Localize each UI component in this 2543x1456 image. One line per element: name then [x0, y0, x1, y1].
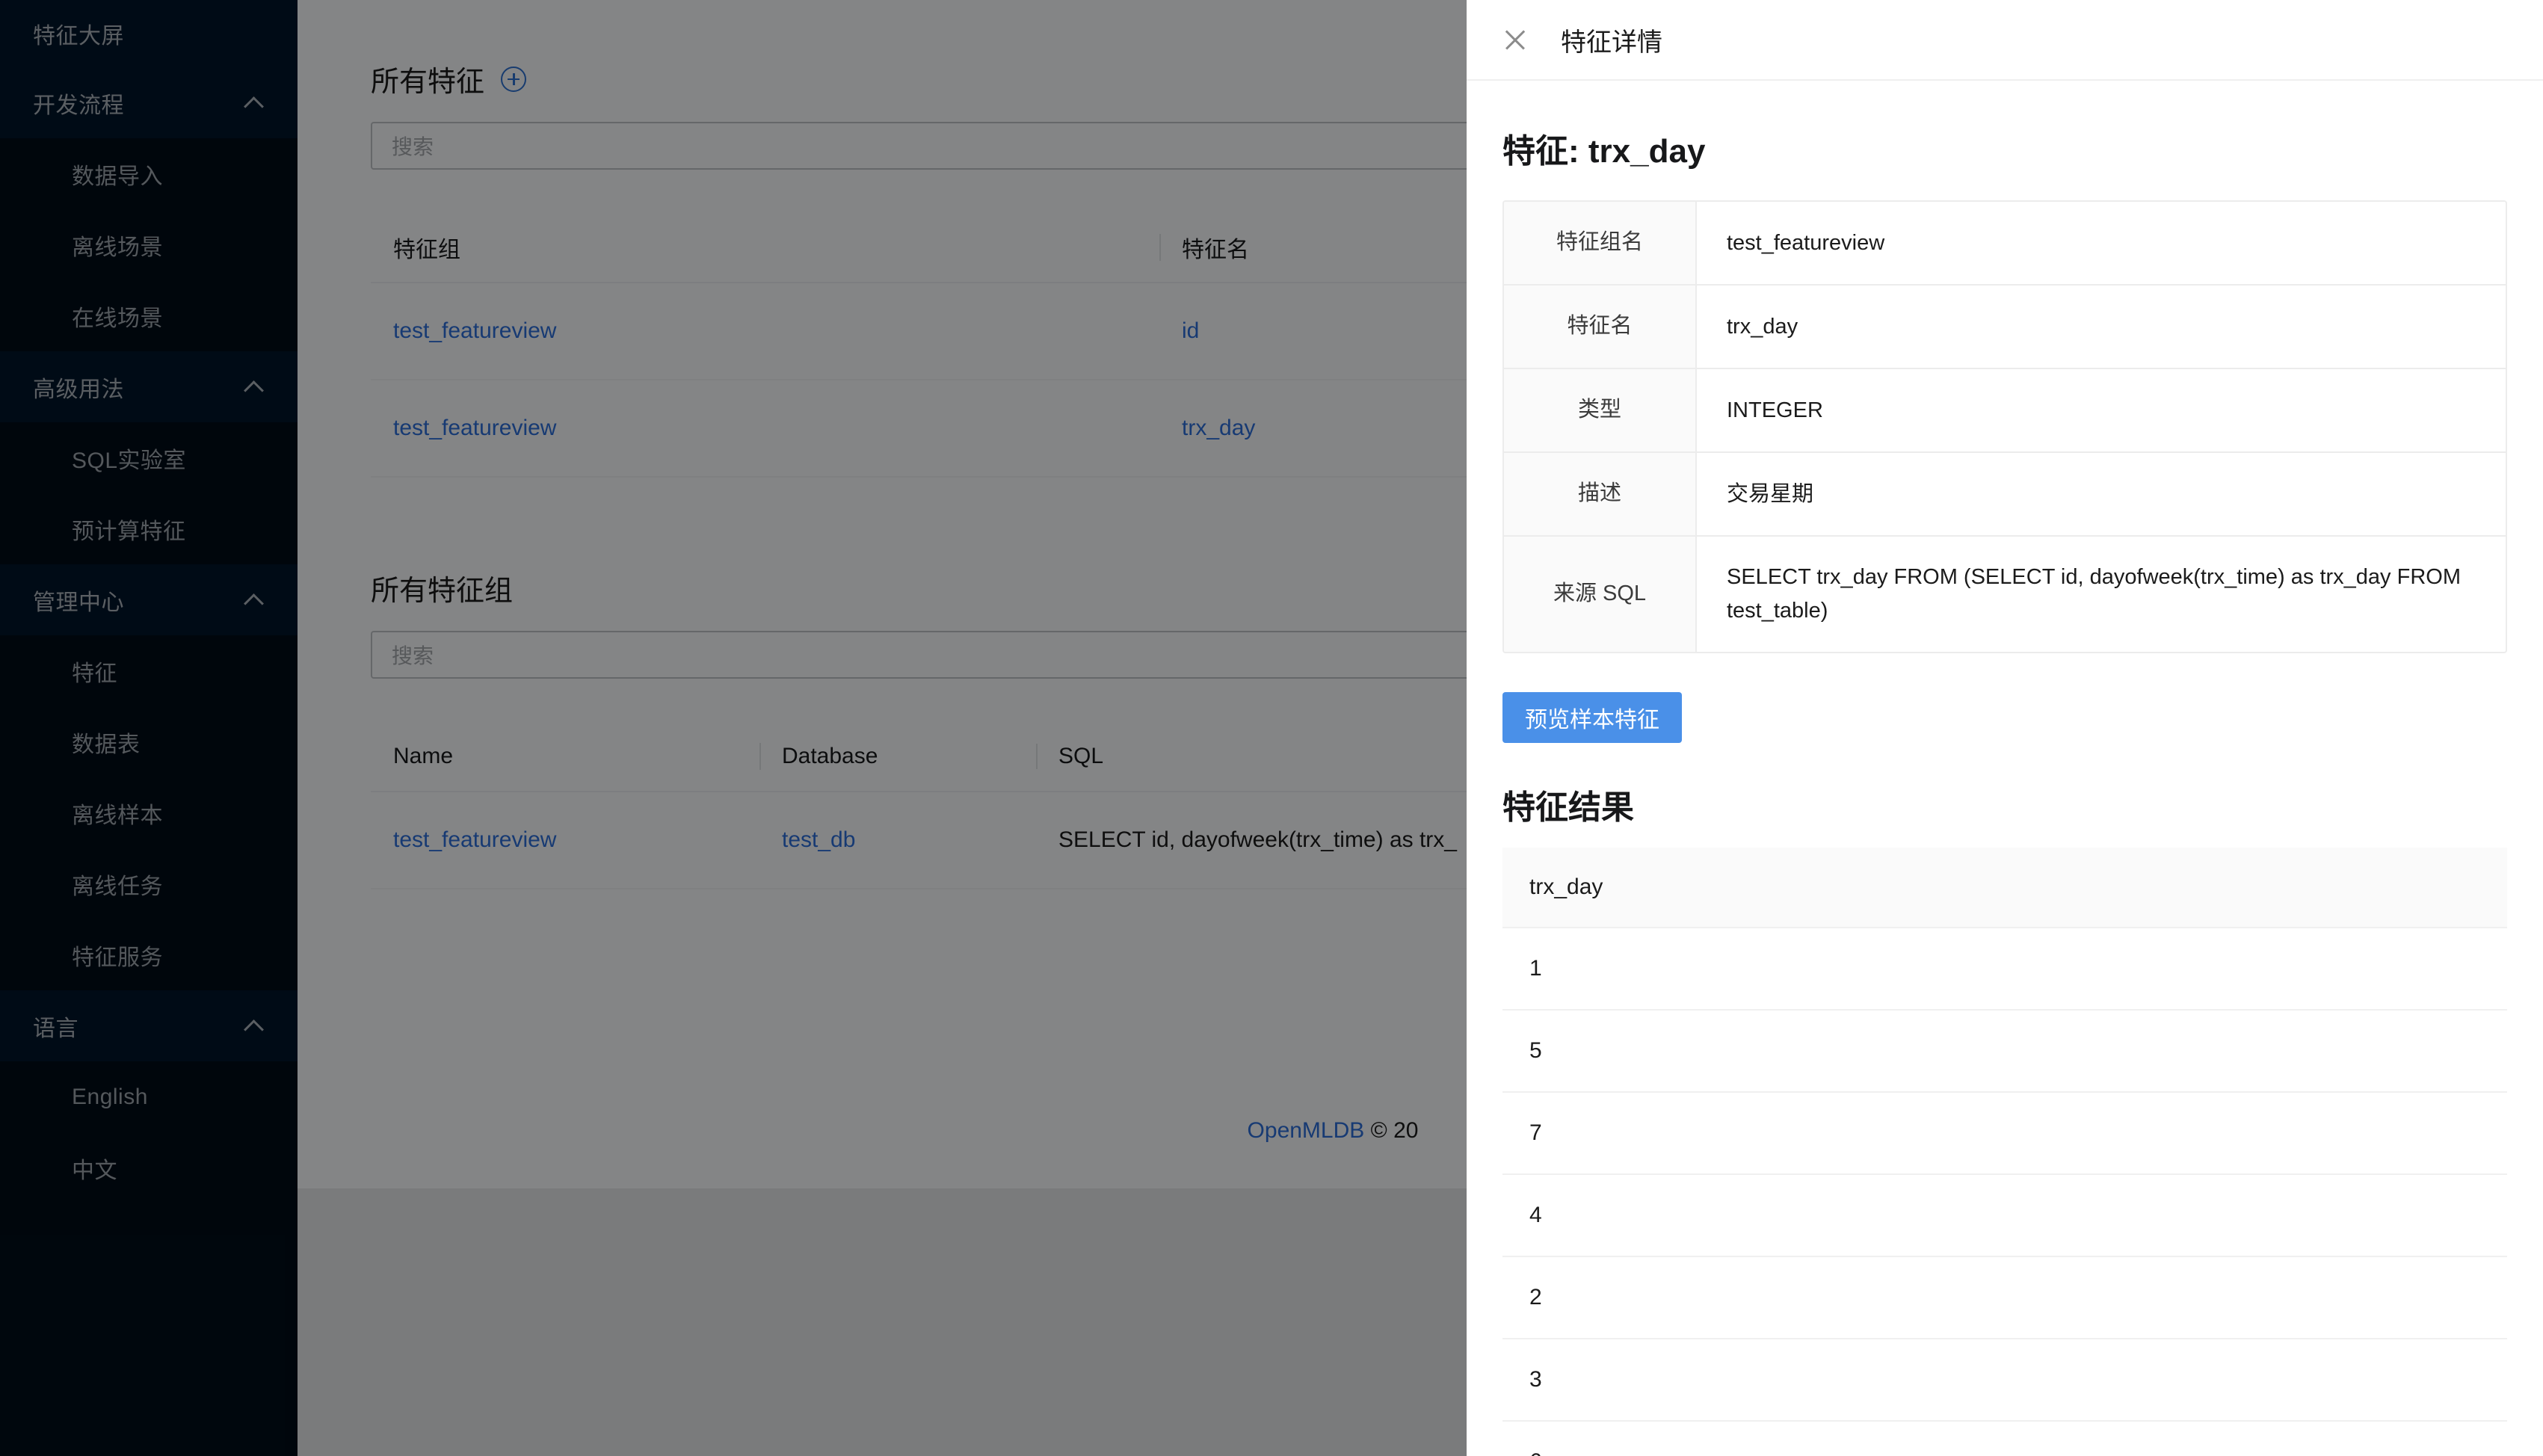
list-item: 7 [1502, 1093, 2507, 1175]
detail-key: 特征组名 [1504, 202, 1697, 284]
list-item: 2 [1502, 1257, 2507, 1339]
detail-row-source-sql: 来源 SQL SELECT trx_day FROM (SELECT id, d… [1504, 537, 2506, 652]
detail-key: 描述 [1504, 453, 1697, 535]
detail-row-feature-group: 特征组名 test_featureview [1504, 202, 2506, 286]
detail-value: trx_day [1697, 286, 2506, 368]
drawer-header: 特征详情 [1467, 0, 2543, 81]
detail-key: 类型 [1504, 369, 1697, 451]
feature-detail-table: 特征组名 test_featureview 特征名 trx_day 类型 INT… [1502, 200, 2507, 653]
list-item: 4 [1502, 1175, 2507, 1257]
drawer-body: 特征: trx_day 特征组名 test_featureview 特征名 tr… [1467, 81, 2543, 1456]
column-header-trx-day: trx_day [1502, 848, 2507, 928]
detail-value: SELECT trx_day FROM (SELECT id, dayofwee… [1697, 537, 2506, 652]
list-item: 3 [1502, 1339, 2507, 1422]
detail-row-description: 描述 交易星期 [1504, 453, 2506, 537]
feature-heading: 特征: trx_day [1502, 124, 2507, 172]
detail-key: 特征名 [1504, 286, 1697, 368]
detail-value: INTEGER [1697, 369, 2506, 451]
app-root: 特征大屏 开发流程 数据导入 离线场景 在线场景 高级用法 [0, 0, 2543, 1456]
feature-results-table: trx_day 1 5 7 4 2 3 6 [1502, 848, 2507, 1456]
drawer-title: 特征详情 [1561, 22, 1662, 58]
feature-detail-drawer: 特征详情 特征: trx_day 特征组名 test_featureview 特… [1467, 0, 2543, 1456]
feature-results-heading: 特征结果 [1502, 780, 2507, 828]
close-icon[interactable] [1502, 27, 1528, 52]
modal-scrim-bottom [298, 1188, 1467, 1456]
list-item: 6 [1502, 1422, 2507, 1456]
detail-row-type: 类型 INTEGER [1504, 369, 2506, 453]
detail-key: 来源 SQL [1504, 537, 1697, 652]
list-item: 5 [1502, 1011, 2507, 1093]
detail-row-feature-name: 特征名 trx_day [1504, 286, 2506, 369]
list-item: 1 [1502, 928, 2507, 1011]
detail-value: test_featureview [1697, 202, 2506, 284]
preview-sample-feature-button[interactable]: 预览样本特征 [1502, 692, 1682, 743]
detail-value: 交易星期 [1697, 453, 2506, 535]
